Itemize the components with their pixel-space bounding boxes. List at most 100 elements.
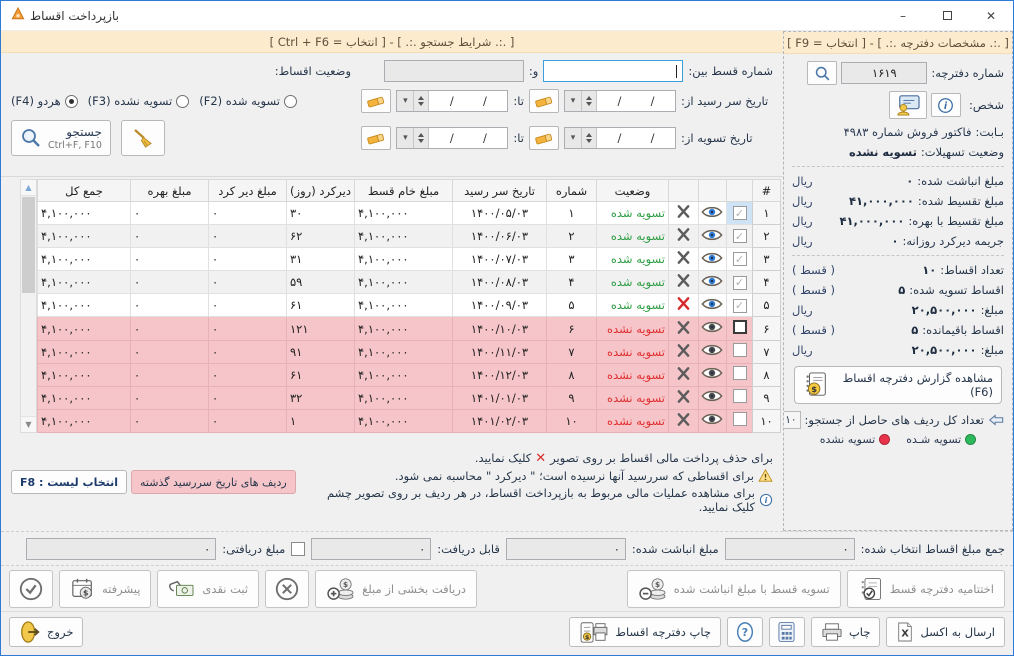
delete-payment-icon[interactable] (676, 320, 691, 335)
settled-checkbox[interactable]: ✓ (733, 229, 747, 243)
chevron-down-icon[interactable]: ▾ (565, 91, 582, 111)
row-number-cell[interactable]: ۳ (753, 248, 781, 271)
delete-payment-cell[interactable] (669, 294, 699, 317)
due-date-from-picker[interactable]: / /▾ (564, 90, 676, 112)
settle-date-from-picker[interactable]: / /▾ (564, 127, 676, 149)
installment-row[interactable]: ۴✓تسویه شده۴۱۴۰۰/۰۸/۰۳۴,۱۰۰,۰۰۰۵۹۰۰۴,۱۰۰… (38, 271, 781, 294)
settled-checkbox-cell[interactable]: ✓ (727, 294, 753, 317)
view-operations-cell[interactable] (699, 294, 727, 317)
book-number-field[interactable]: ۱۶۱۹ (841, 62, 927, 84)
chevron-down-icon[interactable]: ▾ (565, 128, 582, 148)
delete-payment-icon[interactable] (676, 250, 691, 265)
spinner-icon[interactable] (414, 128, 429, 148)
view-operations-cell[interactable] (699, 363, 727, 386)
eye-icon[interactable] (701, 274, 723, 288)
advanced-button[interactable]: پیشرفته $ (59, 570, 151, 608)
installment-row[interactable]: ۹تسویه نشده۹۱۴۰۱/۰۱/۰۳۴,۱۰۰,۰۰۰۳۲۰۰۴,۱۰۰… (38, 386, 781, 409)
person-info-button[interactable]: i (931, 93, 961, 117)
settled-checkbox[interactable]: ✓ (733, 299, 747, 313)
cancel-button[interactable] (265, 570, 309, 608)
receivable-input[interactable]: ۰ (311, 538, 431, 560)
print-button[interactable]: چاپ (811, 617, 880, 647)
delete-payment-icon[interactable] (676, 273, 691, 288)
delete-payment-icon[interactable] (676, 389, 691, 404)
eye-icon[interactable] (701, 297, 723, 311)
view-operations-cell[interactable] (699, 340, 727, 363)
radio-settled[interactable]: تسویه شده (F2) (199, 94, 297, 108)
settled-checkbox-cell[interactable] (727, 340, 753, 363)
eye-icon[interactable] (701, 205, 723, 219)
row-number-cell[interactable]: ۴ (753, 271, 781, 294)
clear-due-from-button[interactable] (529, 89, 559, 113)
eye-icon[interactable] (701, 343, 723, 357)
maximize-button[interactable] (925, 1, 969, 30)
view-operations-cell[interactable] (699, 317, 727, 340)
settled-checkbox[interactable]: ✓ (733, 206, 747, 220)
settled-checkbox-cell[interactable] (727, 409, 753, 432)
radio-icon[interactable] (284, 95, 297, 108)
scroll-up-icon[interactable]: ▲ (21, 180, 36, 196)
spinner-icon[interactable] (582, 91, 597, 111)
settled-checkbox-cell[interactable]: ✓ (727, 202, 753, 225)
row-number-cell[interactable]: ۶ (753, 317, 781, 340)
delete-payment-cell[interactable] (669, 202, 699, 225)
view-operations-cell[interactable] (699, 386, 727, 409)
installment-row[interactable]: ۱✓تسویه شده۱۱۴۰۰/۰۵/۰۳۴,۱۰۰,۰۰۰۳۰۰۰۴,۱۰۰… (38, 202, 781, 225)
row-number-cell[interactable]: ۱۰ (753, 409, 781, 432)
settled-checkbox-cell[interactable]: ✓ (727, 225, 753, 248)
due-date-to-picker[interactable]: / /▾ (396, 90, 508, 112)
eye-icon[interactable] (701, 366, 723, 380)
delete-payment-icon[interactable] (676, 343, 691, 358)
settled-checkbox-cell[interactable]: ✓ (727, 271, 753, 294)
search-button[interactable]: جستجوCtrl+F, F10 (11, 120, 111, 156)
chevron-down-icon[interactable]: ▾ (397, 91, 414, 111)
delete-payment-icon[interactable] (676, 366, 691, 381)
row-number-cell[interactable]: ۱ (753, 202, 781, 225)
delete-payment-cell[interactable] (669, 271, 699, 294)
delete-payment-icon[interactable] (676, 227, 691, 242)
settled-checkbox[interactable]: ✓ (733, 276, 747, 290)
eye-icon[interactable] (701, 251, 723, 265)
installment-row[interactable]: ۲✓تسویه شده۲۱۴۰۰/۰۶/۰۳۴,۱۰۰,۰۰۰۶۲۰۰۴,۱۰۰… (38, 225, 781, 248)
row-number-cell[interactable]: ۷ (753, 340, 781, 363)
past-due-rows-button[interactable]: ردیف های تاریخ سررسید گذشته (131, 470, 296, 494)
radio-icon-selected[interactable] (65, 95, 78, 108)
eye-icon[interactable] (701, 320, 723, 334)
radio-icon[interactable] (176, 95, 189, 108)
view-operations-cell[interactable] (699, 409, 727, 432)
installment-row[interactable]: ۱۰تسویه نشده۱۰۱۴۰۱/۰۲/۰۳۴,۱۰۰,۰۰۰۱۰۰۴,۱۰… (38, 409, 781, 432)
installment-from-input[interactable] (543, 60, 683, 82)
close-button[interactable]: ✕ (969, 1, 1013, 30)
view-operations-cell[interactable] (699, 225, 727, 248)
person-select-button[interactable] (889, 91, 927, 119)
confirm-button[interactable] (9, 570, 53, 608)
settled-checkbox-cell[interactable] (727, 386, 753, 409)
installment-row[interactable]: ۷تسویه نشده۷۱۴۰۰/۱۱/۰۳۴,۱۰۰,۰۰۰۹۱۰۰۴,۱۰۰… (38, 340, 781, 363)
received-input[interactable]: ۰ (26, 538, 216, 560)
chevron-down-icon[interactable]: ▾ (397, 128, 414, 148)
settled-checkbox-cell[interactable] (727, 317, 753, 340)
delete-payment-cell[interactable] (669, 409, 699, 432)
view-operations-cell[interactable] (699, 202, 727, 225)
installment-row[interactable]: ۶تسویه نشده۶۱۴۰۰/۱۰/۰۳۴,۱۰۰,۰۰۰۱۲۱۰۰۴,۱۰… (38, 317, 781, 340)
clear-all-button[interactable] (121, 120, 165, 156)
sum-selected-input[interactable]: ۰ (725, 538, 855, 560)
select-list-button[interactable]: انتخاب لیست : F8 (11, 470, 127, 494)
minimize-button[interactable]: – (881, 1, 925, 30)
view-book-report-button[interactable]: مشاهده گزارش دفترچه اقساط (F6) $ (794, 366, 1002, 404)
settled-checkbox[interactable] (733, 366, 747, 380)
vertical-scrollbar[interactable]: ▲ ▼ (20, 179, 37, 433)
view-operations-cell[interactable] (699, 271, 727, 294)
delete-payment-icon[interactable] (676, 412, 691, 427)
delete-payment-cell[interactable] (669, 386, 699, 409)
eye-icon[interactable] (701, 228, 723, 242)
clear-settle-from-button[interactable] (529, 126, 559, 150)
spinner-icon[interactable] (414, 91, 429, 111)
scroll-down-icon[interactable]: ▼ (21, 416, 36, 432)
close-book-button[interactable]: اختتامیه دفترچه قسط (847, 570, 1005, 608)
settled-checkbox[interactable] (733, 389, 747, 403)
settle-with-accumulated-button[interactable]: تسویه قسط با مبلغ انباشت شده $ (627, 570, 841, 608)
delete-payment-cell[interactable] (669, 317, 699, 340)
radio-both[interactable]: هردو (F4) (11, 94, 78, 108)
settle-date-to-picker[interactable]: / /▾ (396, 127, 508, 149)
